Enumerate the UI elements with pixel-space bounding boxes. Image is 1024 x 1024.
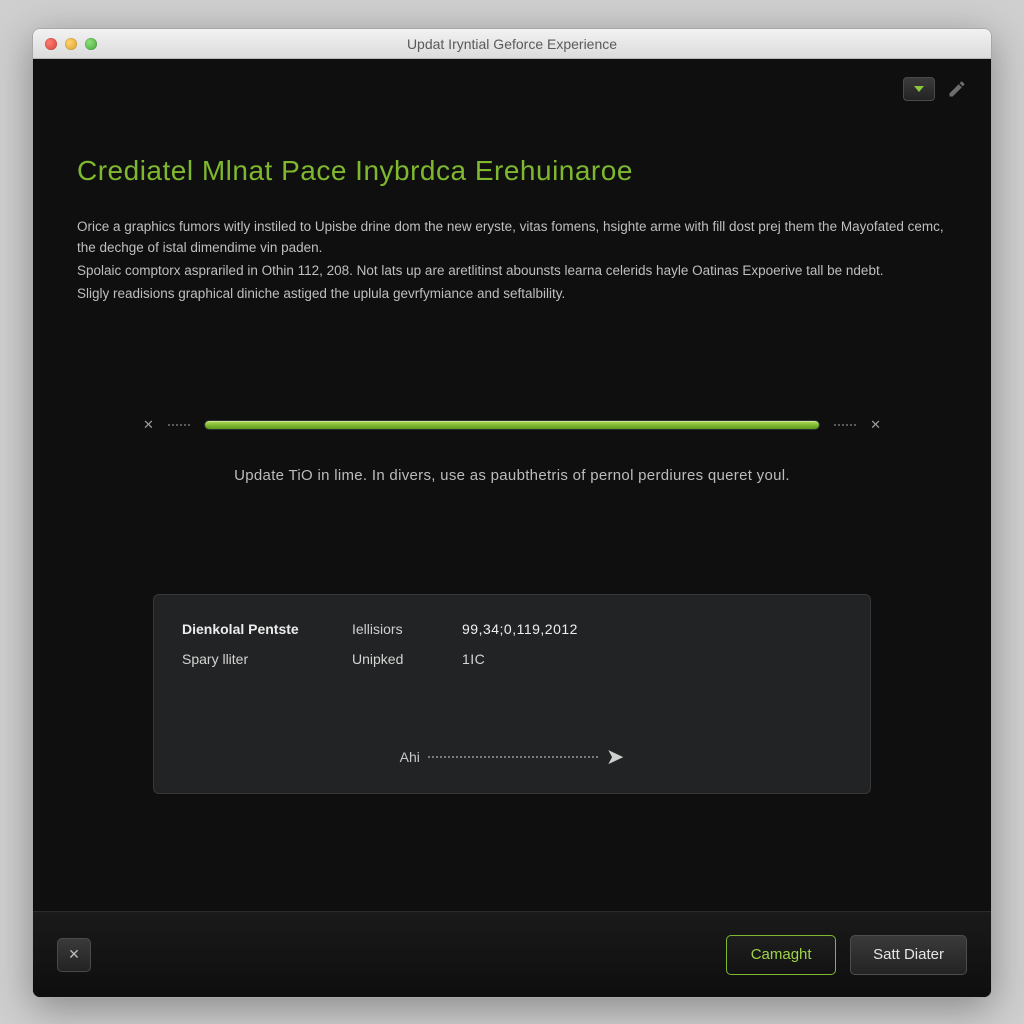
info-arrow-label: Ahi bbox=[400, 749, 420, 765]
page-title: Crediatel Mlnat Pace Inybrdca Erehuinaro… bbox=[77, 155, 947, 187]
info-row-1-val: 1IC bbox=[462, 651, 842, 667]
account-dropdown-button[interactable] bbox=[903, 77, 935, 101]
info-arrow-row: Ahi ➤ bbox=[154, 749, 870, 765]
info-row-0-label: Dienkolal Pentste bbox=[182, 621, 352, 637]
primary-action-button[interactable]: Camaght bbox=[726, 935, 836, 975]
info-row-0-val: 99,34;0,119,2012 bbox=[462, 621, 842, 637]
traffic-lights bbox=[33, 38, 97, 50]
progress-bar-wrap: ✕ ✕ bbox=[73, 417, 951, 433]
close-icon: ✕ bbox=[68, 946, 80, 963]
description-line-1: Orice a graphics fumors witly instiled t… bbox=[77, 217, 947, 259]
info-grid: Dienkolal Pentste Iellisiors 99,34;0,119… bbox=[182, 621, 842, 667]
titlebar[interactable]: Updat Iryntial Geforce Experience bbox=[33, 29, 991, 59]
chevron-down-icon bbox=[914, 86, 924, 92]
progress-bar[interactable] bbox=[204, 420, 820, 430]
arrow-line bbox=[428, 756, 598, 758]
progress-start-icon: ✕ bbox=[143, 417, 154, 433]
progress-area: ✕ ✕ Update TiO in lime. In divers, use a… bbox=[33, 417, 991, 484]
secondary-action-button[interactable]: Satt Diater bbox=[850, 935, 967, 975]
window-title: Updat Iryntial Geforce Experience bbox=[33, 36, 991, 52]
minimize-window-icon[interactable] bbox=[65, 38, 77, 50]
hero: Crediatel Mlnat Pace Inybrdca Erehuinaro… bbox=[33, 59, 991, 307]
progress-dotted-left bbox=[168, 424, 190, 426]
description-block: Orice a graphics fumors witly instiled t… bbox=[77, 217, 947, 305]
description-line-2: Spolaic comptorx asprariled in Othin 112… bbox=[77, 261, 947, 282]
progress-caption: Update TiO in lime. In divers, use as pa… bbox=[73, 467, 951, 484]
footer-close-button[interactable]: ✕ bbox=[57, 938, 91, 972]
info-row-0-mid: Iellisiors bbox=[352, 621, 462, 637]
content-area: Crediatel Mlnat Pace Inybrdca Erehuinaro… bbox=[33, 59, 991, 997]
zoom-window-icon[interactable] bbox=[85, 38, 97, 50]
content-spacer bbox=[33, 794, 991, 911]
top-controls bbox=[903, 77, 967, 101]
footer: ✕ Camaght Satt Diater bbox=[33, 911, 991, 997]
info-row-1-mid: Unipked bbox=[352, 651, 462, 667]
description-line-3: Sligly readisions graphical diniche asti… bbox=[77, 284, 947, 305]
close-window-icon[interactable] bbox=[45, 38, 57, 50]
info-row-1-label: Spary lliter bbox=[182, 651, 352, 667]
app-window: Updat Iryntial Geforce Experience Credia… bbox=[32, 28, 992, 998]
info-panel: Dienkolal Pentste Iellisiors 99,34;0,119… bbox=[153, 594, 871, 794]
progress-end-icon: ✕ bbox=[870, 417, 881, 433]
progress-dotted-right bbox=[834, 424, 856, 426]
progress-bar-fill bbox=[205, 421, 819, 429]
settings-icon[interactable] bbox=[947, 79, 967, 99]
